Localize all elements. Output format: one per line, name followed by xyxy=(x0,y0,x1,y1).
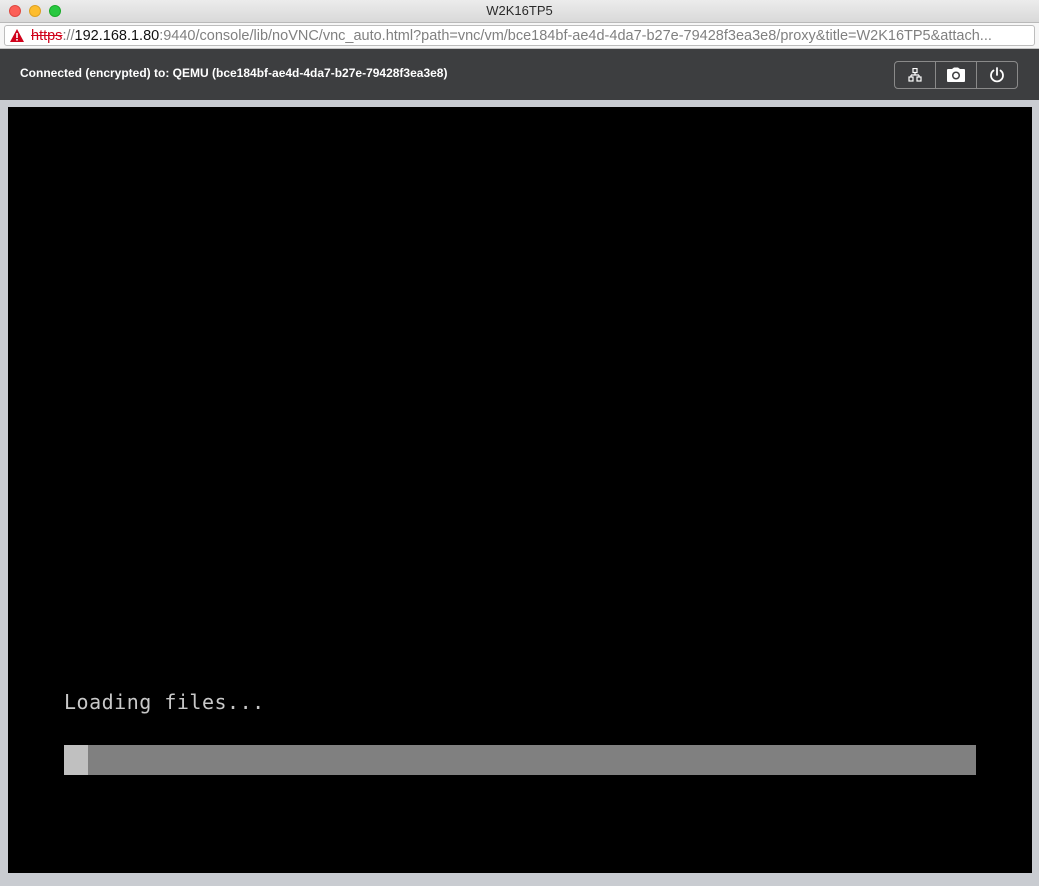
url-separator: :// xyxy=(62,27,75,44)
connection-status: Connected (encrypted) to: QEMU (bce184bf… xyxy=(20,66,448,80)
screenshot-button[interactable] xyxy=(936,62,977,88)
vnc-console-screen[interactable]: Loading files... xyxy=(8,107,1032,873)
toolbar-button-group xyxy=(894,61,1018,89)
url-path: :9440/console/lib/noVNC/vnc_auto.html?pa… xyxy=(159,27,992,44)
title-bar: W2K16TP5 xyxy=(0,0,1039,23)
progress-fill xyxy=(64,745,88,775)
novnc-status-bar: Connected (encrypted) to: QEMU (bce184bf… xyxy=(0,49,1039,100)
url-host: 192.168.1.80 xyxy=(74,27,160,44)
camera-icon xyxy=(947,67,965,82)
power-button[interactable] xyxy=(977,62,1017,88)
window-title: W2K16TP5 xyxy=(486,3,553,18)
address-bar: https://192.168.1.80:9440/console/lib/no… xyxy=(0,23,1039,49)
warning-triangle-icon[interactable] xyxy=(9,28,25,43)
browser-window: W2K16TP5 https://192.168.1.80:9440/conso… xyxy=(0,0,1039,886)
url-field[interactable]: https://192.168.1.80:9440/console/lib/no… xyxy=(4,25,1035,46)
loading-message: Loading files... xyxy=(64,690,265,714)
url-scheme: https xyxy=(31,27,63,44)
power-icon xyxy=(990,67,1004,83)
loading-progress-bar xyxy=(64,745,976,775)
network-icon xyxy=(908,68,922,82)
network-button[interactable] xyxy=(895,62,936,88)
